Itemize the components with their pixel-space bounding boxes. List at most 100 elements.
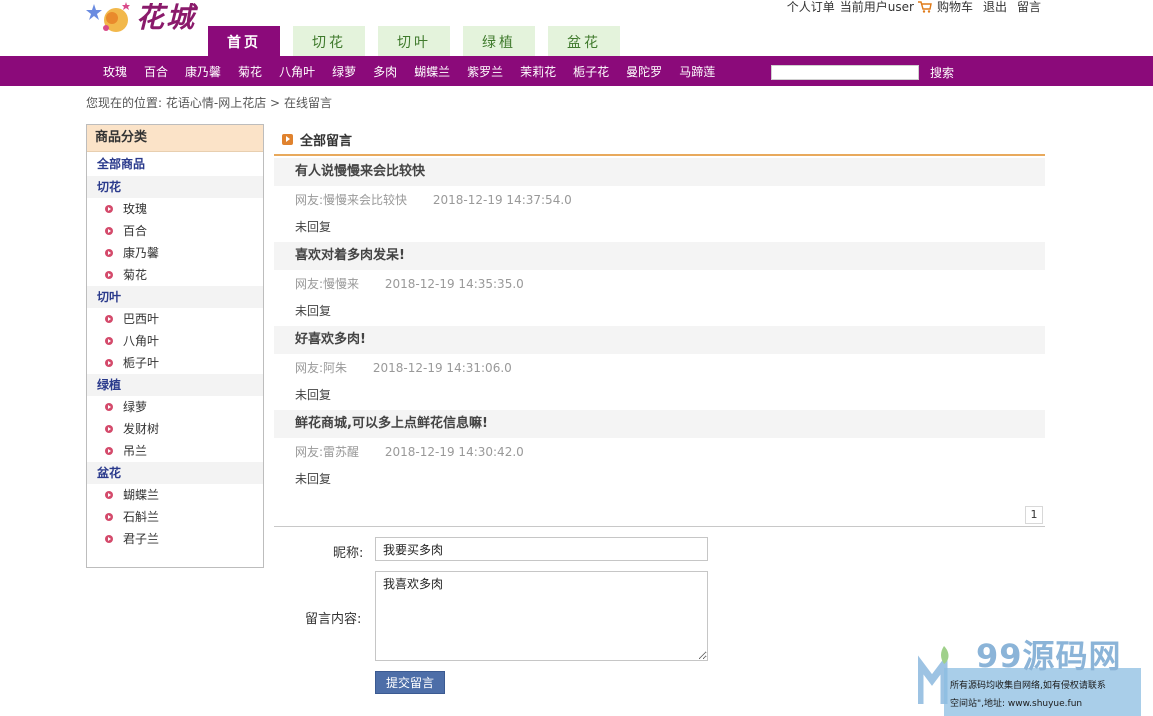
- message-link[interactable]: 留言: [1017, 0, 1041, 14]
- sidebar-item-label: 百合: [123, 224, 148, 238]
- message-author: 网友:阿朱: [295, 361, 348, 375]
- breadcrumb-home-link[interactable]: 花语心情-网上花店: [166, 96, 266, 110]
- nav-link-lily[interactable]: 百合: [144, 63, 168, 80]
- message-title: 有人说慢慢来会比较快: [274, 158, 1045, 186]
- watermark-notice-line-2: 空间站",地址: www.shuyue.fun: [950, 699, 1083, 709]
- tab-home[interactable]: 首页: [208, 26, 280, 56]
- sidebar-item[interactable]: 百合: [87, 220, 263, 242]
- shopping-cart-icon[interactable]: [917, 1, 932, 13]
- logout-link[interactable]: 退出: [983, 0, 1007, 14]
- sidebar-item[interactable]: 菊花: [87, 264, 263, 286]
- message-meta: 网友:阿朱 2018-12-19 14:31:06.0: [274, 354, 1045, 382]
- category-sidebar: 商品分类 全部商品 切花 玫瑰 百合 康乃馨 菊花 切叶 巴西叶 八角叶 栀子叶…: [86, 124, 264, 568]
- sidebar-item[interactable]: 八角叶: [87, 330, 263, 352]
- message-reply-status: 未回复: [295, 472, 332, 486]
- cart-link[interactable]: 购物车: [937, 0, 973, 14]
- message-list-panel: 全部留言 有人说慢慢来会比较快 网友:慢慢来会比较快 2018-12-19 14…: [274, 124, 1045, 492]
- sidebar-item-label: 吊兰: [123, 444, 148, 458]
- message-list-header: 全部留言: [274, 124, 1045, 156]
- bullet-icon: [105, 513, 113, 521]
- message-time: 2018-12-19 14:30:42.0: [384, 445, 524, 459]
- bullet-icon: [105, 205, 113, 213]
- sidebar-item-all-products[interactable]: 全部商品: [87, 152, 263, 176]
- message-item: 好喜欢多肉! 网友:阿朱 2018-12-19 14:31:06.0 未回复: [274, 326, 1045, 408]
- sidebar-item-label: 菊花: [123, 268, 148, 282]
- sidebar-item[interactable]: 绿萝: [87, 396, 263, 418]
- sidebar-category-cut-leaves[interactable]: 切叶: [87, 286, 263, 308]
- nav-link-jasmine[interactable]: 茉莉花: [520, 63, 556, 80]
- message-author: 网友:雷苏醒: [295, 445, 360, 459]
- nav-link-phalaenopsis[interactable]: 蝴蝶兰: [414, 63, 450, 80]
- nav-link-carnation[interactable]: 康乃馨: [185, 63, 221, 80]
- breadcrumb-separator: >: [270, 96, 281, 110]
- page-number-button[interactable]: 1: [1025, 506, 1043, 524]
- sidebar-category-cut-flowers[interactable]: 切花: [87, 176, 263, 198]
- nickname-input[interactable]: [375, 537, 708, 561]
- breadcrumb-prefix: 您现在的位置:: [86, 96, 163, 110]
- message-reply-status: 未回复: [295, 304, 332, 318]
- nav-link-pothos[interactable]: 绿萝: [332, 63, 356, 80]
- tab-cut-leaves[interactable]: 切叶: [378, 26, 450, 56]
- sidebar-item-label: 栀子叶: [123, 356, 160, 370]
- search-button[interactable]: 搜索: [930, 64, 954, 82]
- category-navbar: 玫瑰 百合 康乃馨 菊花 八角叶 绿萝 多肉 蝴蝶兰 紫罗兰 茉莉花 栀子花 曼…: [0, 56, 1153, 86]
- nav-link-violet[interactable]: 紫罗兰: [467, 63, 503, 80]
- message-meta: 网友:慢慢来会比较快 2018-12-19 14:37:54.0: [274, 186, 1045, 214]
- nav-link-datura[interactable]: 曼陀罗: [626, 63, 662, 80]
- message-title: 喜欢对着多肉发呆!: [274, 242, 1045, 270]
- message-meta: 网友:雷苏醒 2018-12-19 14:30:42.0: [274, 438, 1045, 466]
- sidebar-item-label: 玫瑰: [123, 202, 148, 216]
- message-title: 好喜欢多肉!: [274, 326, 1045, 354]
- sidebar-item[interactable]: 栀子叶: [87, 352, 263, 374]
- message-time: 2018-12-19 14:35:35.0: [384, 277, 524, 291]
- message-reply-status: 未回复: [295, 388, 332, 402]
- bullet-icon: [105, 315, 113, 323]
- breadcrumb-current: 在线留言: [283, 96, 332, 110]
- content-label: 留言内容:: [305, 612, 362, 627]
- flower-emblem-icon: [86, 2, 130, 32]
- sidebar-item[interactable]: 发财树: [87, 418, 263, 440]
- bullet-icon: [105, 491, 113, 499]
- nav-link-fatsia[interactable]: 八角叶: [279, 63, 315, 80]
- bullet-icon: [105, 403, 113, 411]
- sidebar-item[interactable]: 君子兰: [87, 528, 263, 550]
- message-author: 网友:慢慢来: [295, 277, 360, 291]
- nav-link-succulent[interactable]: 多肉: [373, 63, 397, 80]
- sidebar-item[interactable]: 玫瑰: [87, 198, 263, 220]
- sidebar-item[interactable]: 蝴蝶兰: [87, 484, 263, 506]
- bullet-icon: [105, 535, 113, 543]
- watermark-brand: 99源码网: [976, 637, 1122, 675]
- sidebar-item-label: 巴西叶: [123, 312, 160, 326]
- orders-link[interactable]: 个人订单: [787, 0, 835, 14]
- sidebar-item-label: 八角叶: [123, 334, 160, 348]
- bullet-icon: [105, 271, 113, 279]
- message-title: 鲜花商城,可以多上点鲜花信息嘛!: [274, 410, 1045, 438]
- tab-green-plants[interactable]: 绿植: [463, 26, 535, 56]
- pagination: 1: [274, 504, 1045, 527]
- sidebar-item-label: 石斛兰: [123, 510, 160, 524]
- tab-potted-flowers[interactable]: 盆花: [548, 26, 620, 56]
- sidebar-category-green-plants[interactable]: 绿植: [87, 374, 263, 396]
- tab-cut-flowers[interactable]: 切花: [293, 26, 365, 56]
- sidebar-item[interactable]: 巴西叶: [87, 308, 263, 330]
- bullet-icon: [105, 359, 113, 367]
- site-logo[interactable]: 花城: [86, 0, 208, 40]
- message-content-textarea[interactable]: 我喜欢多肉: [375, 571, 708, 661]
- nav-link-chrysanthemum[interactable]: 菊花: [238, 63, 262, 80]
- arrow-right-icon: [282, 133, 293, 145]
- message-time: 2018-12-19 14:37:54.0: [432, 193, 572, 207]
- search-input[interactable]: [771, 65, 919, 80]
- site-header: 花城 首页 切花 切叶 绿植 盆花 个人订单 当前用户user 购物车 退出 留…: [0, 0, 1153, 56]
- breadcrumb: 您现在的位置: 花语心情-网上花店 > 在线留言: [86, 94, 332, 111]
- nav-link-gardenia[interactable]: 栀子花: [573, 63, 609, 80]
- sidebar-item[interactable]: 吊兰: [87, 440, 263, 462]
- submit-message-button[interactable]: 提交留言: [375, 671, 445, 694]
- sidebar-category-potted-flowers[interactable]: 盆花: [87, 462, 263, 484]
- sidebar-item[interactable]: 石斛兰: [87, 506, 263, 528]
- bullet-icon: [105, 249, 113, 257]
- nav-link-calla[interactable]: 马蹄莲: [679, 63, 715, 80]
- nav-link-rose[interactable]: 玫瑰: [103, 63, 127, 80]
- message-meta: 网友:慢慢来 2018-12-19 14:35:35.0: [274, 270, 1045, 298]
- sidebar-item[interactable]: 康乃馨: [87, 242, 263, 264]
- message-item: 喜欢对着多肉发呆! 网友:慢慢来 2018-12-19 14:35:35.0 未…: [274, 242, 1045, 324]
